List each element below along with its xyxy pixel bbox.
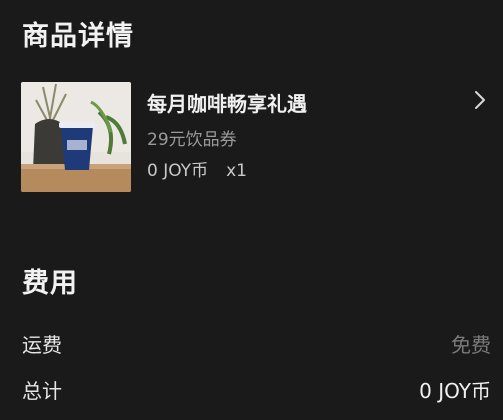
product-details-heading: 商品详情 <box>22 21 134 52</box>
product-price: 0 JOY币 x1 <box>147 156 247 181</box>
shipping-row: 运费 免费 <box>22 329 491 359</box>
total-label: 总计 <box>22 379 62 403</box>
chevron-right-icon[interactable] <box>473 90 487 110</box>
quantity-value: x1 <box>226 161 247 181</box>
product-card[interactable]: 每月咖啡畅享礼遇 29元饮品券 0 JOY币 x1 <box>21 82 491 192</box>
fees-heading: 费用 <box>22 268 78 299</box>
total-row: 总计 0 JOY币 <box>22 375 491 405</box>
product-name: 每月咖啡畅享礼遇 <box>147 92 307 116</box>
price-value: 0 JOY币 <box>147 161 209 181</box>
total-value: 0 JOY币 <box>419 379 491 403</box>
shipping-value: 免费 <box>451 333 491 357</box>
product-image <box>21 82 131 192</box>
shipping-label: 运费 <box>22 333 62 357</box>
product-subtitle: 29元饮品券 <box>147 130 237 150</box>
